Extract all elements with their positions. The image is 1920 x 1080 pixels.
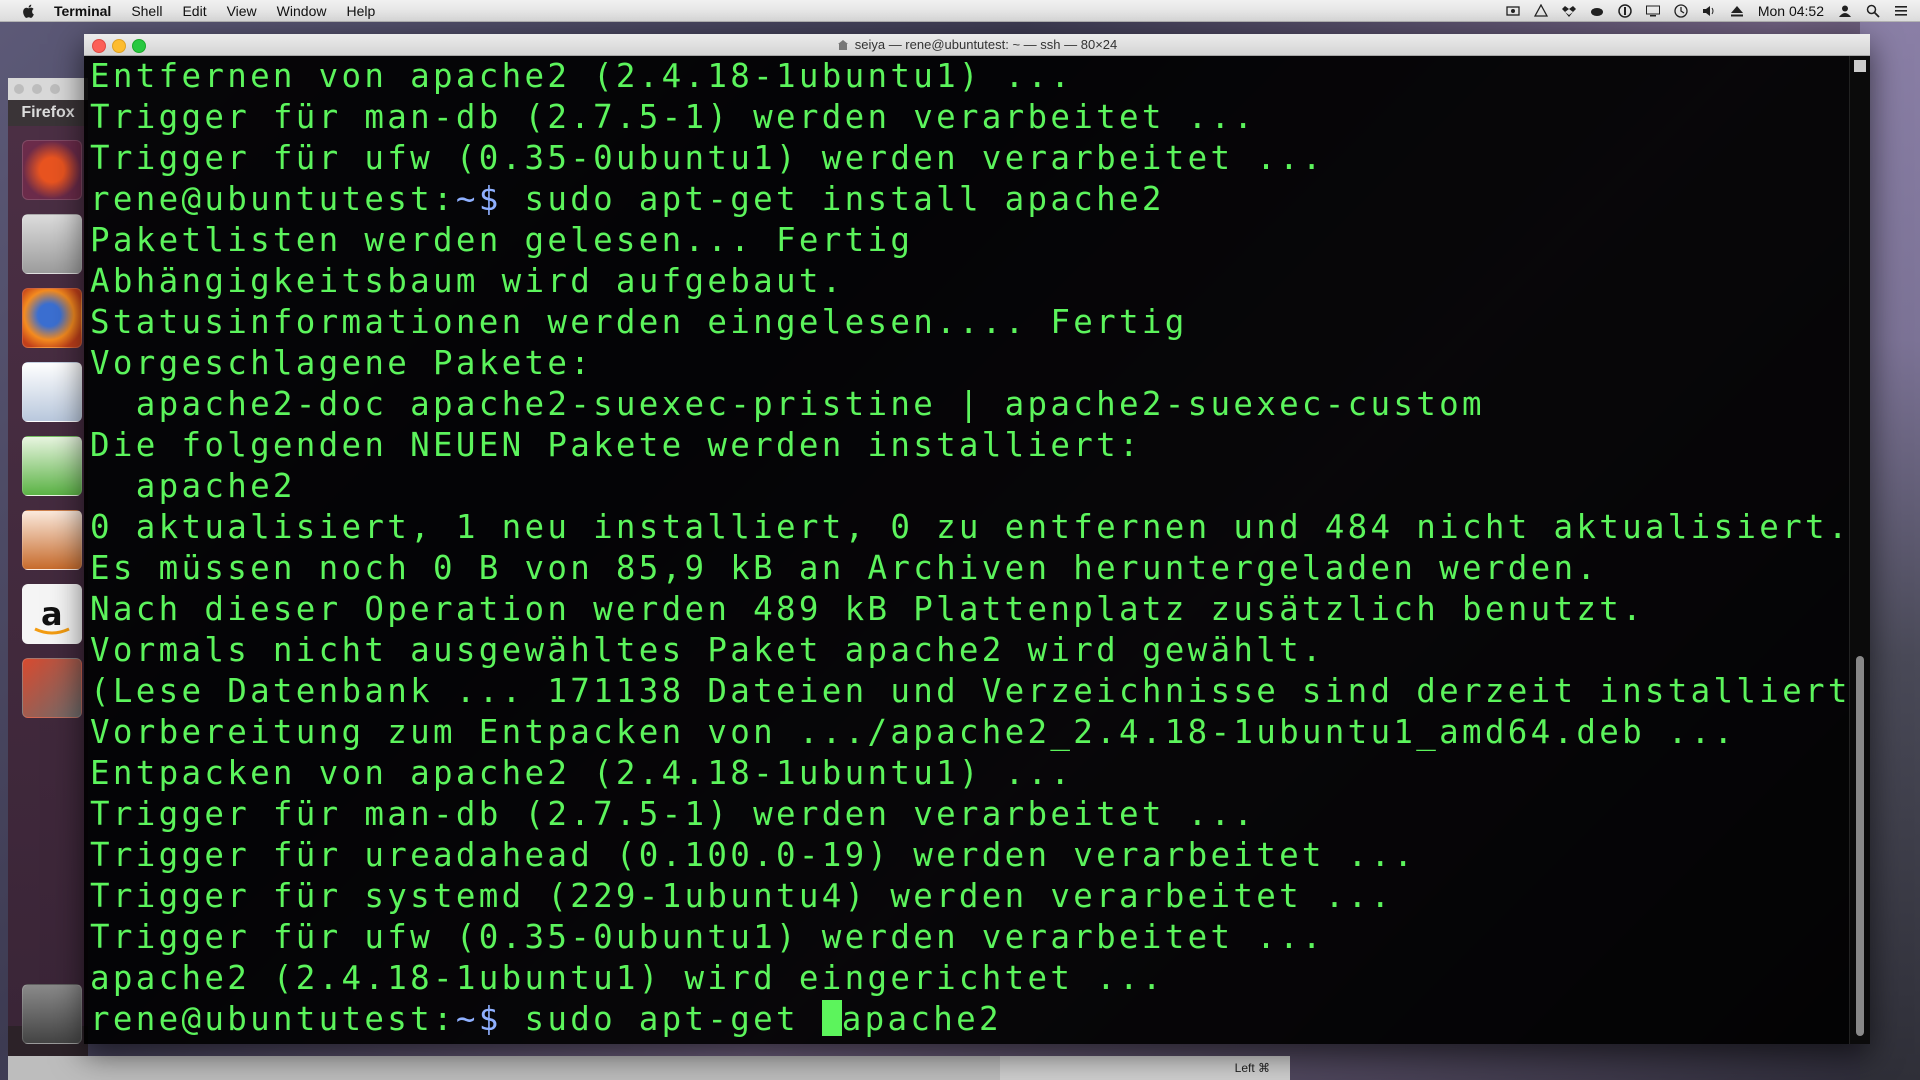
impress-icon[interactable]: [22, 510, 82, 570]
info-icon[interactable]: [1618, 4, 1632, 18]
command-line: rene@ubuntutest:~$ sudo apt-get install …: [90, 179, 1850, 220]
vm-zoom-button[interactable]: [50, 84, 60, 94]
vm-statusbar: Left ⌘: [1000, 1056, 1290, 1080]
menu-app-name[interactable]: Terminal: [54, 3, 111, 19]
text-cursor: [821, 1000, 842, 1036]
output-line: Entpacken von apache2 (2.4.18-1ubuntu1) …: [90, 754, 1074, 792]
scrollbar-thumb[interactable]: [1856, 656, 1864, 1036]
output-line: Trigger für systemd (229-1ubuntu4) werde…: [90, 877, 1394, 915]
current-command-after-cursor: apache2: [841, 1000, 1002, 1038]
writer-icon[interactable]: [22, 362, 82, 422]
terminal-window[interactable]: seiya — rene@ubuntutest: ~ — ssh — 80×24…: [84, 34, 1870, 1044]
terminal-lines: Entfernen von apache2 (2.4.18-1ubuntu1) …: [90, 56, 1850, 999]
output-line: apache2: [90, 467, 296, 505]
output-line: 0 aktualisiert, 1 neu installiert, 0 zu …: [90, 508, 1850, 546]
user-icon[interactable]: [1838, 4, 1852, 18]
cloud-icon[interactable]: [1590, 4, 1604, 18]
notification-list-icon[interactable]: [1894, 4, 1908, 18]
terminal-scrollbar[interactable]: [1849, 56, 1870, 1044]
terminal-output[interactable]: Entfernen von apache2 (2.4.18-1ubuntu1) …: [84, 56, 1850, 1044]
prompt-path: ~$: [455, 1000, 502, 1038]
terminal-title: seiya — rene@ubuntutest: ~ — ssh — 80×24: [854, 37, 1118, 52]
resize-grip[interactable]: [1854, 60, 1866, 72]
menu-window[interactable]: Window: [277, 3, 327, 19]
output-line: Trigger für ufw (0.35-0ubuntu1) werden v…: [90, 139, 1325, 177]
output-line: Trigger für ufw (0.35-0ubuntu1) werden v…: [90, 918, 1325, 956]
settings-icon[interactable]: [22, 658, 82, 718]
prompt-user-host: rene@ubuntutest:: [90, 1000, 456, 1038]
close-button[interactable]: [92, 39, 106, 53]
drive-icon[interactable]: [1533, 4, 1548, 18]
output-line: Trigger für man-db (2.7.5-1) werden vera…: [90, 98, 1257, 136]
output-line: apache2-doc apache2-suexec-pristine | ap…: [90, 385, 1485, 423]
display-icon[interactable]: [1645, 4, 1660, 18]
vm-minimize-button[interactable]: [32, 84, 42, 94]
output-line: Statusinformationen werden eingelesen...…: [90, 303, 1188, 341]
menu-bar: Terminal Shell Edit View Window Help Mon…: [0, 0, 1920, 22]
screen-record-icon[interactable]: [1506, 4, 1520, 18]
firefox-icon[interactable]: [22, 288, 82, 348]
output-line: Entfernen von apache2 (2.4.18-1ubuntu1) …: [90, 57, 1074, 95]
ubuntu-launcher: a: [8, 126, 88, 1044]
current-prompt-line[interactable]: rene@ubuntutest:~$ sudo apt-get apache2: [90, 999, 1850, 1040]
vm-host-key-label: Left ⌘: [1234, 1061, 1270, 1075]
home-folder-icon: [837, 39, 848, 50]
output-line: Abhängigkeitsbaum wird aufgebaut.: [90, 262, 845, 300]
zoom-button[interactable]: [132, 39, 146, 53]
output-line: Die folgenden NEUEN Pakete werden instal…: [90, 426, 1142, 464]
output-line: Nach dieser Operation werden 489 kB Plat…: [90, 590, 1645, 628]
current-command-before-cursor: sudo apt-get: [501, 1000, 822, 1038]
output-line: Vorgeschlagene Pakete:: [90, 344, 594, 382]
output-line: Paketlisten werden gelesen... Fertig: [90, 221, 914, 259]
spotlight-icon[interactable]: [1866, 4, 1880, 18]
prompt-path: ~$: [455, 180, 502, 218]
command-text: sudo apt-get install apache2: [501, 180, 1165, 218]
dropbox-icon[interactable]: [1561, 4, 1576, 18]
menu-help[interactable]: Help: [346, 3, 375, 19]
calc-icon[interactable]: [22, 436, 82, 496]
output-line: Vormals nicht ausgewähltes Paket apache2…: [90, 631, 1325, 669]
menu-view[interactable]: View: [227, 3, 257, 19]
amazon-icon[interactable]: a: [22, 584, 82, 644]
terminal-titlebar[interactable]: seiya — rene@ubuntutest: ~ — ssh — 80×24: [84, 34, 1870, 56]
volume-icon[interactable]: [1702, 4, 1716, 18]
output-line: Es müssen noch 0 B von 85,9 kB an Archiv…: [90, 549, 1600, 587]
menu-clock[interactable]: Mon 04:52: [1758, 3, 1824, 19]
vm-window-label: Firefox: [8, 100, 88, 126]
apple-icon[interactable]: [20, 2, 38, 20]
vm-bottom-bar: [8, 1056, 1008, 1080]
files-icon[interactable]: [22, 214, 82, 274]
ubuntu-dash-icon[interactable]: [22, 140, 82, 200]
output-line: Trigger für ureadahead (0.100.0-19) werd…: [90, 836, 1417, 874]
menu-bar-tray: Mon 04:52: [1506, 0, 1908, 22]
svg-text:a: a: [41, 595, 63, 633]
output-line: (Lese Datenbank ... 171138 Dateien und V…: [90, 672, 1850, 710]
trash-icon[interactable]: [22, 984, 82, 1044]
eject-icon[interactable]: [1730, 4, 1744, 18]
output-line: Vorbereitung zum Entpacken von .../apach…: [90, 713, 1737, 751]
output-line: Trigger für man-db (2.7.5-1) werden vera…: [90, 795, 1257, 833]
menu-edit[interactable]: Edit: [182, 3, 206, 19]
time-machine-icon[interactable]: [1674, 4, 1688, 18]
minimize-button[interactable]: [112, 39, 126, 53]
vm-close-button[interactable]: [14, 84, 24, 94]
vm-titlebar: [8, 78, 88, 100]
menu-shell[interactable]: Shell: [131, 3, 162, 19]
output-line: apache2 (2.4.18-1ubuntu1) wird eingerich…: [90, 959, 1165, 997]
prompt-user-host: rene@ubuntutest:: [90, 180, 456, 218]
